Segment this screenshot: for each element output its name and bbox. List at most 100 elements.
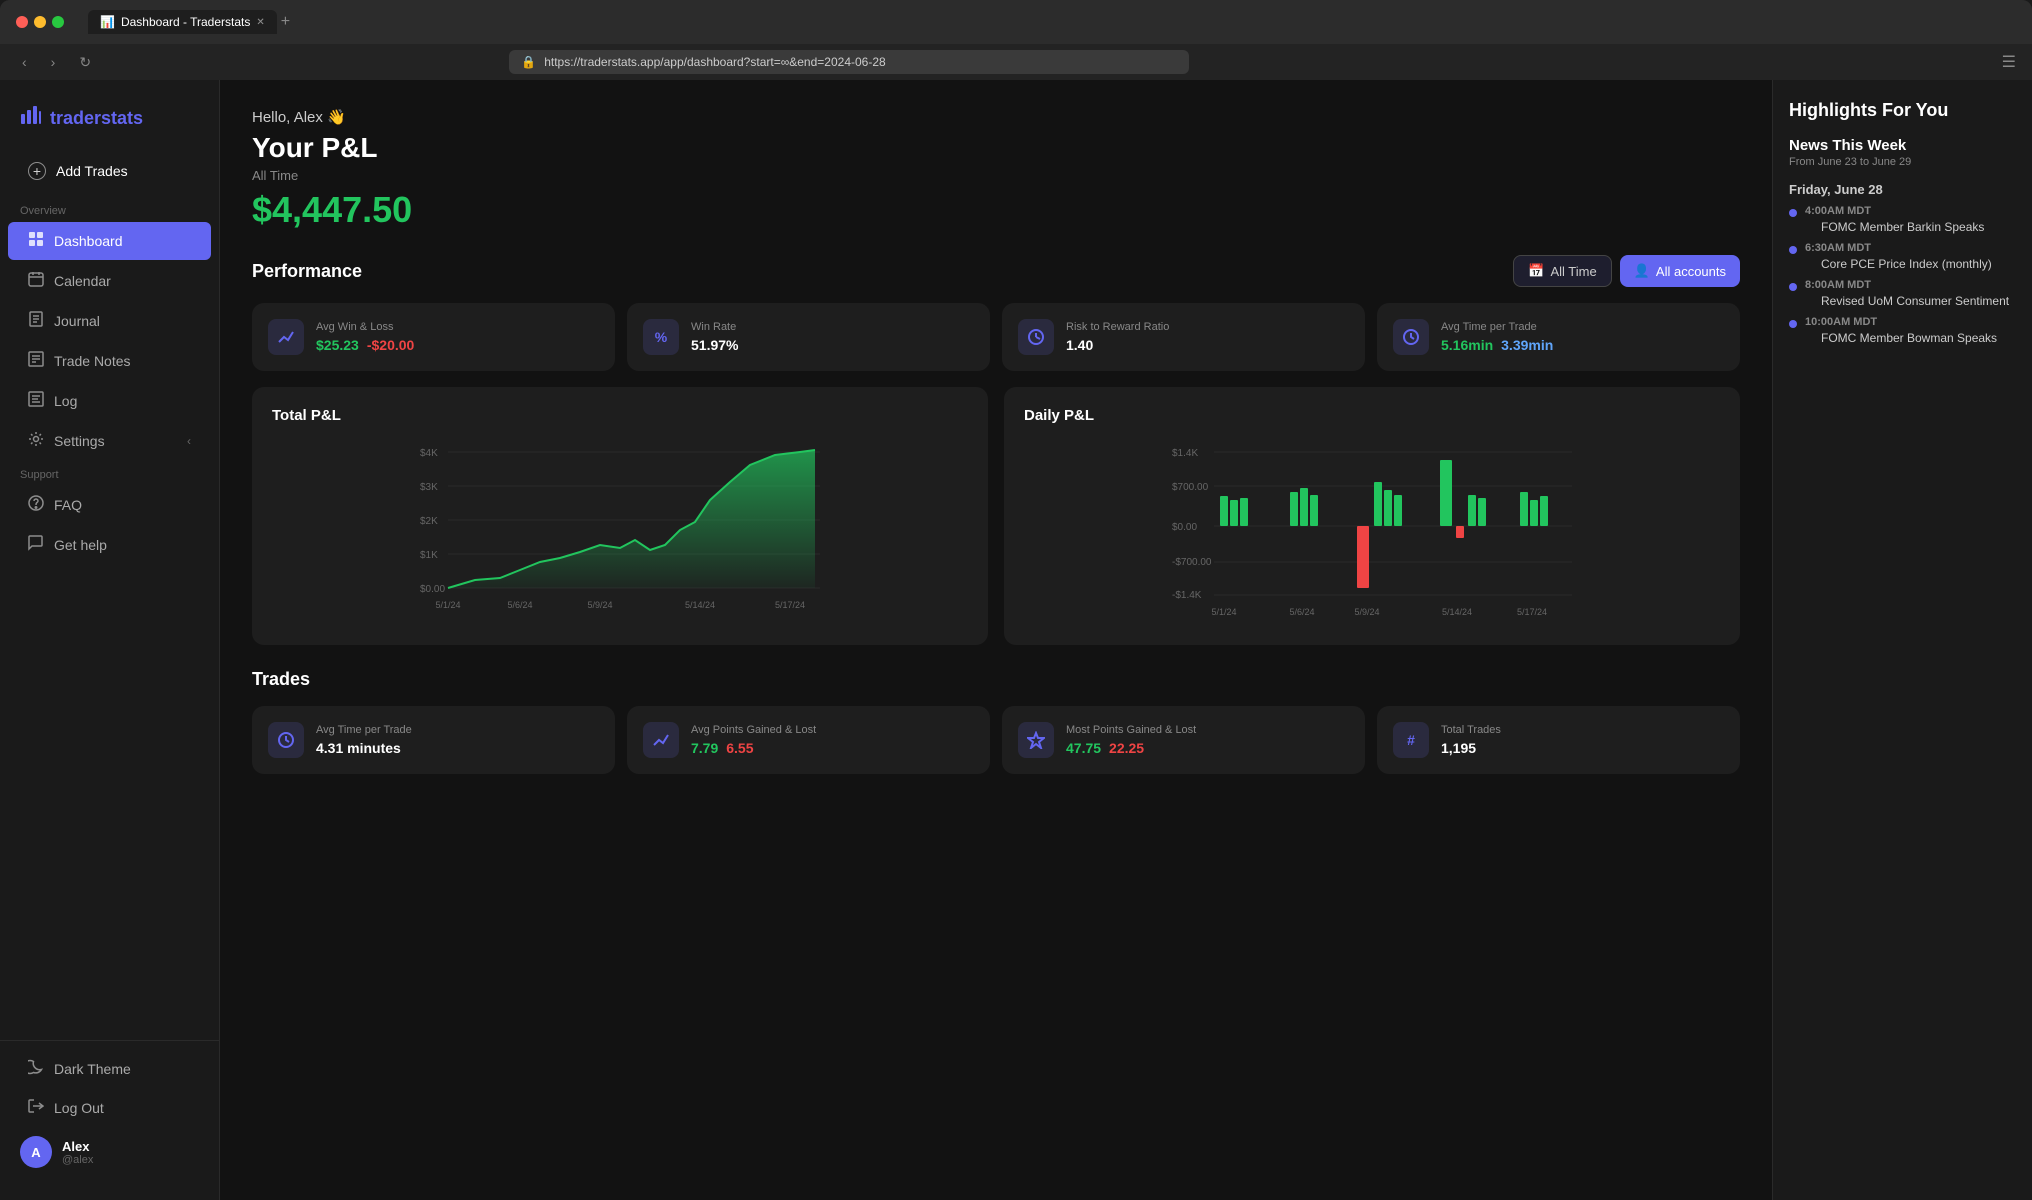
- pnl-title: Your P&L: [252, 132, 1740, 164]
- total-trades-value: 1,195: [1441, 740, 1476, 756]
- news-event-pce: Core PCE Price Index (monthly): [1821, 257, 1992, 271]
- collapse-icon[interactable]: ‹: [187, 434, 191, 448]
- svg-text:5/1/24: 5/1/24: [1211, 607, 1236, 617]
- accounts-icon: 👤: [1634, 263, 1650, 279]
- add-trades-button[interactable]: + Add Trades: [8, 153, 211, 189]
- most-points-info: Most Points Gained & Lost 47.75 22.25: [1066, 724, 1196, 756]
- trade-avg-time-value: 4.31 minutes: [316, 740, 412, 756]
- url-bar[interactable]: 🔒 https://traderstats.app/app/dashboard?…: [509, 50, 1189, 74]
- risk-reward-info: Risk to Reward Ratio 1.40: [1066, 321, 1169, 353]
- refresh-button[interactable]: ↻: [73, 52, 97, 73]
- menu-icon[interactable]: ☰: [2002, 52, 2016, 72]
- svg-text:-$1.4K: -$1.4K: [1172, 590, 1202, 601]
- risk-reward-icon: [1018, 319, 1054, 355]
- sidebar-item-calendar[interactable]: Calendar: [8, 262, 211, 300]
- all-accounts-button[interactable]: 👤 All accounts: [1620, 255, 1740, 287]
- user-profile[interactable]: A Alex @alex: [0, 1128, 219, 1176]
- news-section-title: News This Week: [1789, 137, 2016, 154]
- faq-label: FAQ: [54, 497, 82, 513]
- minimize-button[interactable]: [34, 16, 46, 28]
- sidebar-item-get-help[interactable]: Get help: [8, 526, 211, 564]
- total-trades-icon: #: [1393, 722, 1429, 758]
- news-item-1000: 10:00AM MDT FOMC Member Bowman Speaks: [1789, 316, 2016, 345]
- daily-pnl-chart-title: Daily P&L: [1024, 407, 1720, 424]
- logout-icon: [28, 1098, 44, 1118]
- avg-win-loss-label: Avg Win & Loss: [316, 321, 414, 333]
- settings-icon: [28, 431, 44, 451]
- sidebar-item-journal[interactable]: Journal: [8, 302, 211, 340]
- journal-label: Journal: [54, 313, 100, 329]
- avg-points-gain: 7.79: [691, 740, 718, 756]
- news-dot-4: [1789, 320, 1797, 328]
- news-day-friday: Friday, June 28: [1789, 182, 2016, 197]
- trade-stat-cards: Avg Time per Trade 4.31 minutes Avg: [252, 706, 1740, 774]
- avg-win-loss-values: $25.23 -$20.00: [316, 337, 414, 353]
- overview-section-label: Overview: [0, 197, 219, 221]
- trades-section: Trades Avg Time per Trade 4.31 minutes: [252, 669, 1740, 774]
- sidebar-item-settings[interactable]: Settings ‹: [8, 422, 211, 460]
- svg-text:$1.4K: $1.4K: [1172, 448, 1198, 459]
- get-help-label: Get help: [54, 537, 107, 553]
- logo-icon: [20, 104, 42, 132]
- svg-text:5/17/24: 5/17/24: [1517, 607, 1547, 617]
- news-dot-2: [1789, 246, 1797, 254]
- logout-button[interactable]: Log Out: [8, 1089, 211, 1127]
- news-item-content-3: 8:00AM MDT Revised UoM Consumer Sentimen…: [1805, 279, 2009, 308]
- sidebar-item-dashboard[interactable]: Dashboard: [8, 222, 211, 260]
- total-pnl-chart-card: Total P&L $4K $3K $2K $1K $0.00: [252, 387, 988, 645]
- news-time-400: 4:00AM MDT: [1805, 205, 1984, 217]
- svg-text:$0.00: $0.00: [420, 584, 445, 595]
- sidebar-item-trade-notes[interactable]: Trade Notes: [8, 342, 211, 380]
- news-item-400: 4:00AM MDT FOMC Member Barkin Speaks: [1789, 205, 2016, 234]
- news-event-bowman: FOMC Member Bowman Speaks: [1821, 331, 1997, 345]
- close-button[interactable]: [16, 16, 28, 28]
- browser-titlebar: 📊 Dashboard - Traderstats ✕ +: [0, 0, 2032, 44]
- maximize-button[interactable]: [52, 16, 64, 28]
- most-points-gain: 47.75: [1066, 740, 1101, 756]
- news-item-content-4: 10:00AM MDT FOMC Member Bowman Speaks: [1805, 316, 1997, 345]
- total-trades-card: # Total Trades 1,195: [1377, 706, 1740, 774]
- avg-points-icon: [643, 722, 679, 758]
- svg-text:5/1/24: 5/1/24: [435, 600, 460, 610]
- news-event-uom: Revised UoM Consumer Sentiment: [1821, 294, 2009, 308]
- trade-time-icon: [268, 722, 304, 758]
- news-item-630: 6:30AM MDT Core PCE Price Index (monthly…: [1789, 242, 2016, 271]
- log-label: Log: [54, 393, 77, 409]
- back-button[interactable]: ‹: [16, 52, 33, 72]
- logo: traderstats: [0, 96, 219, 152]
- all-time-button[interactable]: 📅 All Time: [1513, 255, 1611, 287]
- risk-reward-values: 1.40: [1066, 337, 1169, 353]
- avg-time-icon: [1393, 319, 1429, 355]
- trade-avg-time-info: Avg Time per Trade 4.31 minutes: [316, 724, 412, 756]
- forward-button[interactable]: ›: [45, 52, 62, 72]
- news-dot: [1789, 209, 1797, 217]
- avg-points-loss: 6.55: [726, 740, 753, 756]
- all-accounts-label: All accounts: [1656, 264, 1726, 279]
- avg-time-minutes: 4.31 minutes: [316, 740, 401, 756]
- calendar-label: Calendar: [54, 273, 111, 289]
- svg-text:$2K: $2K: [420, 516, 438, 527]
- tab-close-icon[interactable]: ✕: [256, 17, 264, 28]
- header-buttons: 📅 All Time 👤 All accounts: [1513, 255, 1740, 287]
- daily-pnl-chart-card: Daily P&L $1.4K $700.00 $0.00 -$700.00 -…: [1004, 387, 1740, 645]
- sidebar-item-faq[interactable]: FAQ: [8, 486, 211, 524]
- win-rate-label: Win Rate: [691, 321, 738, 333]
- news-item-800: 8:00AM MDT Revised UoM Consumer Sentimen…: [1789, 279, 2016, 308]
- app-container: traderstats + Add Trades Overview Dashbo…: [0, 80, 2032, 1200]
- win-rate-values: 51.97%: [691, 337, 738, 353]
- trade-avg-time-card: Avg Time per Trade 4.31 minutes: [252, 706, 615, 774]
- avg-time-label: Avg Time per Trade: [1441, 321, 1553, 333]
- svg-text:5/9/24: 5/9/24: [587, 600, 612, 610]
- win-rate-icon: %: [643, 319, 679, 355]
- url-text: https://traderstats.app/app/dashboard?st…: [544, 55, 885, 69]
- dark-theme-toggle[interactable]: Dark Theme: [8, 1050, 211, 1088]
- daily-pnl-chart: $1.4K $700.00 $0.00 -$700.00 -$1.4K: [1024, 440, 1720, 625]
- avg-time-card: Avg Time per Trade 5.16min 3.39min: [1377, 303, 1740, 371]
- new-tab-button[interactable]: +: [281, 13, 290, 31]
- active-tab[interactable]: 📊 Dashboard - Traderstats ✕: [88, 10, 277, 34]
- sidebar-bottom: Dark Theme Log Out A Alex @a: [0, 1040, 219, 1184]
- total-trades-label: Total Trades: [1441, 724, 1501, 736]
- news-dot-3: [1789, 283, 1797, 291]
- sidebar-item-log[interactable]: Log: [8, 382, 211, 420]
- calendar-small-icon: 📅: [1528, 263, 1544, 279]
